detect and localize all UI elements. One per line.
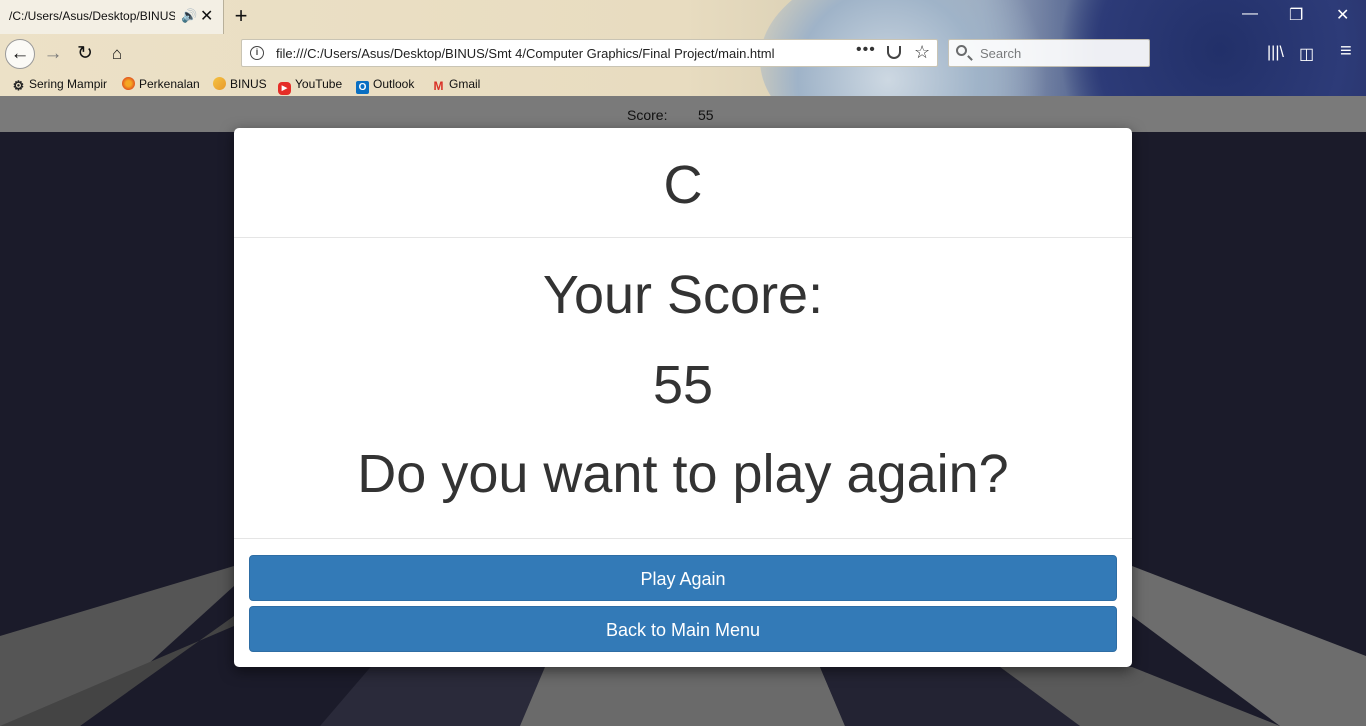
score-label: Score: [627, 107, 668, 123]
bookmark-gmail[interactable]: M Gmail [432, 77, 481, 93]
bookmark-perkenalan[interactable]: Perkenalan [122, 77, 200, 91]
score-value: 55 [698, 107, 714, 123]
minimize-button[interactable]: — [1242, 5, 1258, 23]
tab-bar: /C:/Users/Asus/Desktop/BINUS/ 🔊 ✕ + — ❐ … [0, 0, 1366, 34]
dialog-body: Your Score: 55 Do you want to play again… [234, 238, 1132, 539]
bookmark-label: Sering Mampir [29, 77, 108, 91]
browser-chrome: /C:/Users/Asus/Desktop/BINUS/ 🔊 ✕ + — ❐ … [0, 0, 1366, 96]
bookmark-label: BINUS [230, 77, 267, 91]
outlook-icon: O [356, 81, 369, 94]
binus-icon [213, 77, 226, 90]
search-input[interactable]: Search [948, 39, 1150, 67]
score-bar: Score: 55 [0, 96, 1366, 132]
play-again-question: Do you want to play again? [357, 444, 1009, 504]
pocket-icon[interactable] [887, 46, 901, 59]
bookmark-label: Gmail [449, 77, 481, 91]
firefox-icon [122, 77, 135, 90]
reload-button[interactable]: ↻ [70, 39, 100, 69]
search-icon [956, 45, 967, 56]
bookmark-outlook[interactable]: O Outlook [356, 77, 414, 94]
final-score: 55 [652, 355, 714, 415]
bookmark-binus[interactable]: BINUS [213, 77, 267, 91]
dialog-header: C [234, 128, 1132, 238]
menu-icon[interactable]: ≡ [1340, 40, 1352, 63]
lane-key-center [520, 667, 845, 726]
bookmark-label: Outlook [373, 77, 415, 91]
gmail-icon: M [433, 79, 444, 93]
restore-button[interactable]: ❐ [1289, 5, 1303, 25]
back-button[interactable]: ← [5, 39, 35, 69]
game-page: Score: 55 C Your Score: 55 Do you want t… [0, 96, 1366, 726]
new-tab-button[interactable]: + [230, 3, 252, 29]
game-over-dialog: C Your Score: 55 Do you want to play aga… [234, 128, 1132, 667]
bookmark-label: Perkenalan [139, 77, 200, 91]
score-heading: Your Score: [542, 265, 824, 325]
sidebar-icon[interactable]: ◫ [1299, 44, 1314, 64]
library-icon[interactable]: |||\ [1267, 44, 1284, 62]
tab-title: /C:/Users/Asus/Desktop/BINUS/ [9, 9, 175, 23]
forward-button[interactable]: → [38, 39, 68, 69]
search-placeholder: Search [980, 46, 1022, 61]
bookmark-star-icon[interactable]: ☆ [914, 42, 930, 63]
bookmark-sering-mampir[interactable]: ⚙ Sering Mampir [12, 77, 107, 92]
page-actions-icon[interactable]: ••• [856, 41, 876, 59]
back-to-main-menu-button[interactable]: Back to Main Menu [249, 606, 1117, 652]
home-button[interactable]: ⌂ [102, 39, 132, 69]
grade-title: C [663, 155, 703, 215]
gear-icon: ⚙ [12, 78, 25, 93]
close-icon[interactable]: ✕ [200, 6, 213, 26]
bookmark-label: YouTube [295, 77, 343, 91]
url-text[interactable]: file:///C:/Users/Asus/Desktop/BINUS/Smt … [276, 46, 775, 61]
play-again-button[interactable]: Play Again [249, 555, 1117, 601]
tab-active[interactable]: /C:/Users/Asus/Desktop/BINUS/ 🔊 ✕ [0, 0, 224, 34]
info-icon[interactable]: i [250, 46, 264, 60]
window-close-button[interactable]: ✕ [1336, 5, 1349, 25]
bookmarks-toolbar: ⚙ Sering Mampir Perkenalan BINUS ▶ YouTube… [0, 74, 1366, 96]
url-bar[interactable]: i file:///C:/Users/Asus/Desktop/BINUS/Sm… [241, 39, 938, 67]
navigation-toolbar: ← → ↻ ⌂ i file:///C:/Users/Asus/Desktop/… [0, 34, 1366, 74]
bookmark-youtube[interactable]: ▶ YouTube [278, 77, 342, 95]
youtube-icon: ▶ [278, 82, 291, 95]
speaker-icon[interactable]: 🔊 [181, 8, 197, 24]
